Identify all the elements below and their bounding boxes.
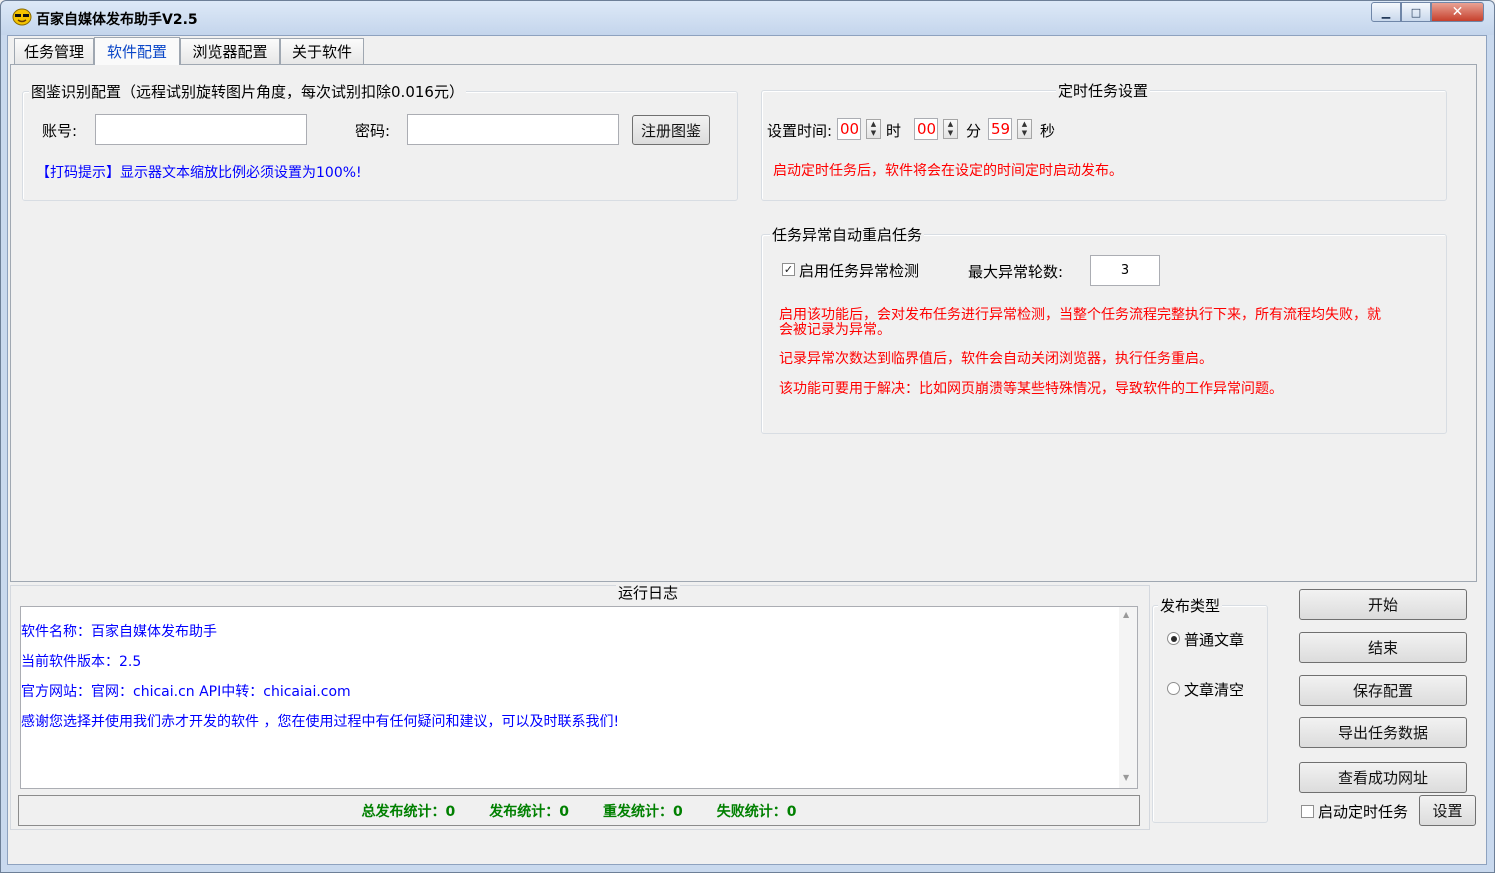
set-time-label: 设置时间: [767, 122, 833, 140]
scroll-up-icon[interactable]: ▲ [1123, 610, 1129, 619]
captcha-hint: 【打码提示】显示器文本缩放比例必须设置为100%! [36, 165, 362, 181]
minute-unit: 分 [966, 122, 982, 140]
export-label: 导出任务数据 [1337, 724, 1428, 742]
stop-button-label: 结束 [1367, 639, 1398, 657]
scroll-down-icon[interactable]: ▼ [1123, 773, 1129, 782]
password-label: 密码: [355, 122, 391, 140]
title-bar[interactable] [1, 1, 1494, 35]
log-line: 当前软件版本：2.5 [21, 654, 142, 670]
second-spinner[interactable]: ▲ ▼ [1017, 119, 1032, 139]
stat-failed: 失败统计：0 [716, 803, 797, 820]
max-rounds-value: 3 [1120, 263, 1130, 278]
minute-input[interactable]: 00 [914, 118, 938, 140]
close-button[interactable]: ✕ [1431, 2, 1484, 22]
minute-value: 00 [917, 120, 937, 138]
radio-normal-article-label: 普通文章 [1184, 631, 1245, 649]
restart-note-2: 记录异常次数达到临界值后，软件会自动关闭浏览器，执行任务重启。 [779, 351, 1213, 367]
radio-clear-article-label: 文章清空 [1184, 681, 1245, 699]
hour-input[interactable]: 00 [837, 118, 861, 140]
view-success-urls-button[interactable]: 查看成功网址 [1299, 762, 1467, 793]
export-task-data-button[interactable]: 导出任务数据 [1299, 717, 1467, 748]
log-line: 软件名称：百家自媒体发布助手 [21, 624, 217, 640]
register-tujian-button[interactable]: 注册图鉴 [632, 115, 710, 145]
max-rounds-label: 最大异常轮数: [968, 263, 1064, 281]
log-line: 感谢您选择并使用我们赤才开发的软件 ，您在使用过程中有任何疑问和建议，可以及时联… [21, 714, 620, 730]
timer-settings-group [761, 90, 1447, 201]
second-input[interactable]: 59 [988, 118, 1012, 140]
tab-software-config[interactable]: 软件配置 [94, 37, 180, 65]
publish-type-title: 发布类型 [1158, 595, 1223, 616]
log-line: 官方网站：官网：chicai.cn API中转：chicaiai.com [21, 684, 351, 700]
close-icon: ✕ [1451, 4, 1464, 20]
start-button-label: 开始 [1367, 596, 1398, 614]
stats-bar: 总发布统计：0 发布统计：0 重发统计：0 失败统计：0 [18, 795, 1140, 826]
enable-timer-checkbox[interactable] [1301, 805, 1314, 818]
stat-total: 总发布统计：0 [361, 803, 456, 820]
restart-note-1b: 会被记录为异常。 [779, 322, 891, 338]
radio-clear-article[interactable] [1167, 682, 1180, 695]
stop-button[interactable]: 结束 [1299, 632, 1467, 663]
account-label: 账号: [42, 122, 78, 140]
start-button[interactable]: 开始 [1299, 589, 1467, 620]
timer-group-title: 定时任务设置 [1056, 80, 1151, 101]
max-rounds-input[interactable]: 3 [1090, 255, 1160, 286]
stat-republished: 重发统计：0 [603, 803, 683, 820]
maximize-button[interactable]: □ [1401, 2, 1431, 22]
restart-note-3: 该功能可要用于解决：比如网页崩溃等某些特殊情况，导致软件的工作异常问题。 [779, 381, 1283, 397]
tab-label: 浏览器配置 [192, 43, 268, 61]
enable-detection-label: 启用任务异常检测 [799, 262, 920, 280]
hour-unit: 时 [886, 122, 902, 140]
tab-label: 软件配置 [106, 43, 167, 61]
captcha-group-title: 图鉴识别配置（远程试别旋转图片角度，每次试别扣除0.016元） [29, 81, 466, 102]
maximize-icon: □ [1410, 5, 1422, 19]
account-input[interactable] [95, 114, 307, 145]
captcha-config-group [22, 91, 738, 201]
hour-value: 00 [840, 120, 860, 138]
view-success-label: 查看成功网址 [1337, 769, 1428, 787]
timer-note: 启动定时任务后，软件将会在设定的时间定时启动发布。 [773, 163, 1123, 179]
hour-spinner[interactable]: ▲ ▼ [866, 119, 881, 139]
minimize-button[interactable]: ▁ [1371, 2, 1401, 22]
minute-spinner[interactable]: ▲ ▼ [943, 119, 958, 139]
enable-detection-checkbox[interactable]: ✓ [782, 263, 795, 276]
second-value: 59 [991, 120, 1011, 138]
radio-normal-article[interactable] [1167, 632, 1180, 645]
stat-published: 发布统计：0 [489, 803, 569, 820]
password-input[interactable] [407, 114, 619, 145]
tab-label: 关于软件 [291, 43, 352, 61]
window-title: 百家自媒体发布助手V2.5 [36, 12, 198, 28]
log-scrollbar[interactable]: ▲ ▼ [1119, 607, 1137, 788]
tab-about[interactable]: 关于软件 [280, 38, 364, 64]
save-config-button[interactable]: 保存配置 [1299, 675, 1467, 706]
second-unit: 秒 [1040, 122, 1056, 140]
app-logo-icon [12, 8, 32, 26]
register-button-label: 注册图鉴 [640, 121, 701, 140]
enable-timer-label: 启动定时任务 [1318, 803, 1409, 821]
tab-browser-config[interactable]: 浏览器配置 [180, 38, 280, 64]
tab-task-management[interactable]: 任务管理 [14, 38, 94, 64]
tab-label: 任务管理 [23, 43, 84, 61]
settings-label: 设置 [1432, 802, 1463, 820]
restart-group-title: 任务异常自动重启任务 [770, 224, 925, 245]
log-textbox[interactable]: 软件名称：百家自媒体发布助手 当前软件版本：2.5 官方网站：官网：chicai… [20, 606, 1138, 789]
save-config-label: 保存配置 [1352, 682, 1413, 700]
log-title: 运行日志 [616, 582, 681, 603]
timer-settings-button[interactable]: 设置 [1419, 795, 1476, 826]
minimize-icon: ▁ [1381, 5, 1391, 19]
